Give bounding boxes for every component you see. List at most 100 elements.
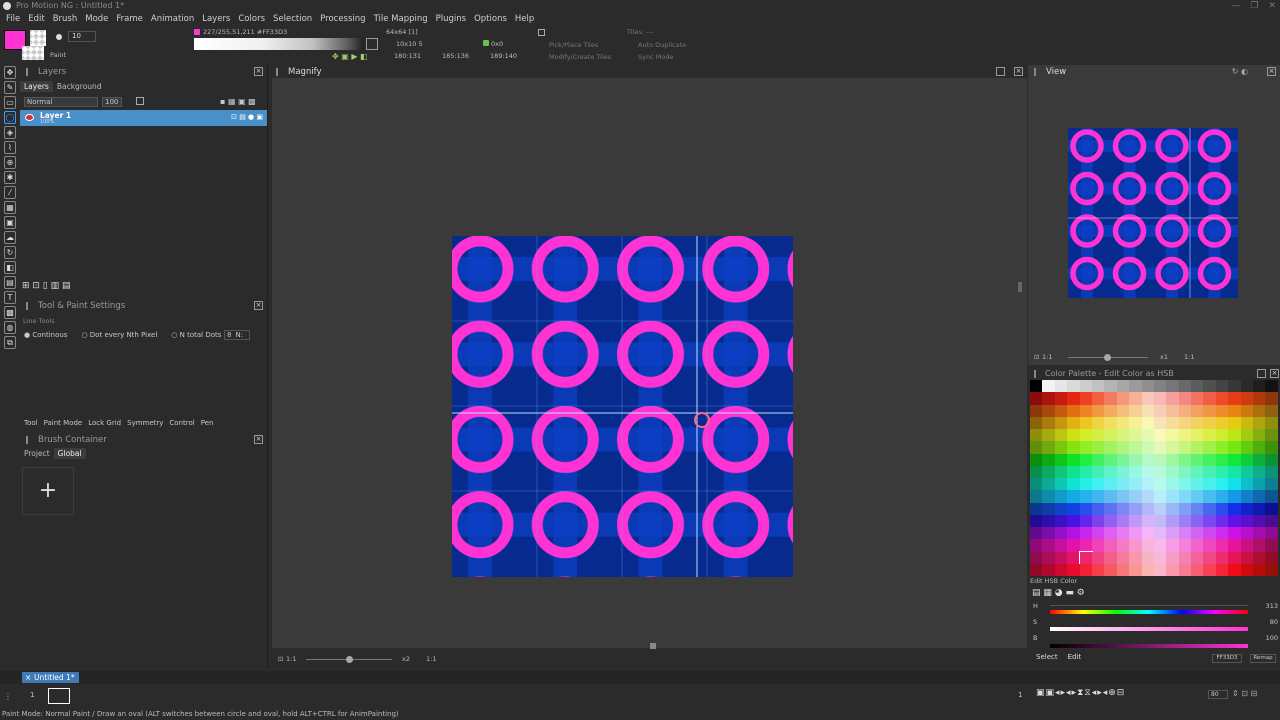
palette-cell[interactable]	[1116, 465, 1130, 478]
view-refresh-icons[interactable]: ↻ ◐	[1232, 67, 1248, 76]
maximize-panel-icon[interactable]	[1257, 369, 1266, 378]
palette-cell[interactable]	[1079, 453, 1092, 466]
tab-paint-mode[interactable]: Paint Mode	[44, 419, 83, 427]
palette-cell[interactable]	[1203, 404, 1216, 417]
palette-cell[interactable]	[1104, 429, 1117, 442]
palette-cell[interactable]	[1030, 404, 1043, 417]
palette-cell[interactable]	[1153, 563, 1167, 576]
palette-cell[interactable]	[1067, 416, 1080, 429]
palette-cell[interactable]	[1116, 539, 1130, 552]
sync-mode-checkbox[interactable]: Sync Mode	[638, 53, 673, 61]
palette-cell[interactable]	[1116, 380, 1130, 393]
rectangle-tool-icon[interactable]: ▭	[4, 96, 16, 109]
palette-cell[interactable]	[1253, 392, 1266, 405]
pick-place-tiles[interactable]: Pick/Place Tiles	[549, 41, 598, 49]
fill-tool-icon[interactable]: ◈	[4, 126, 16, 139]
view-zoom-left[interactable]: 1:1	[1042, 353, 1052, 361]
hue-slider[interactable]	[1050, 610, 1248, 614]
palette-cell[interactable]	[1054, 514, 1068, 527]
layer-lock-icon[interactable]	[136, 97, 144, 105]
palette-cell[interactable]	[1104, 441, 1117, 454]
palette-cell[interactable]	[1079, 465, 1092, 478]
palette-cell[interactable]	[1178, 441, 1192, 454]
palette-cell[interactable]	[1091, 563, 1105, 576]
palette-cell[interactable]	[1265, 404, 1278, 417]
menu-help[interactable]: Help	[511, 14, 538, 24]
palette-cell[interactable]	[1228, 441, 1241, 454]
blend-mode-select[interactable]: Normal	[24, 97, 98, 107]
palette-cell[interactable]	[1153, 453, 1167, 466]
brush-tool-icon[interactable]: ◍	[4, 321, 16, 334]
palette-cell[interactable]	[1253, 429, 1266, 442]
magnify-zoom-knob[interactable]	[346, 656, 353, 663]
palette-cell[interactable]	[1265, 380, 1278, 393]
eyedropper-tool-icon[interactable]: ⁄	[4, 186, 16, 199]
palette-cell[interactable]	[1141, 514, 1154, 527]
palette-cell[interactable]	[1116, 551, 1130, 564]
palette-cell[interactable]	[1178, 490, 1192, 503]
option-n-total-dots[interactable]: ○ N total Dots	[171, 331, 221, 339]
palette-cell[interactable]	[1067, 453, 1080, 466]
palette-cell[interactable]	[1228, 514, 1241, 527]
palette-cell[interactable]	[1191, 392, 1204, 405]
palette-cell[interactable]	[1129, 490, 1142, 503]
palette-cell[interactable]	[1030, 478, 1043, 491]
image-tool-icon[interactable]: ▩	[4, 306, 16, 319]
palette-cell[interactable]	[1030, 453, 1043, 466]
palette-cell[interactable]	[1104, 527, 1117, 540]
palette-cell[interactable]	[1091, 527, 1105, 540]
palette-cell[interactable]	[1042, 404, 1055, 417]
magnify-zoom-left[interactable]: 1:1	[286, 655, 296, 663]
remap-button[interactable]: Remap	[1250, 654, 1276, 663]
palette-cell[interactable]	[1178, 416, 1192, 429]
palette-cell[interactable]	[1104, 380, 1117, 393]
s-value[interactable]: 80	[1270, 618, 1278, 626]
pin-icon[interactable]	[26, 68, 32, 76]
palette-cell[interactable]	[1030, 392, 1043, 405]
palette-cell[interactable]	[1141, 539, 1154, 552]
palette-cell[interactable]	[1079, 539, 1092, 552]
palette-cell[interactable]	[1079, 514, 1092, 527]
n-value-field[interactable]: 8	[224, 330, 250, 340]
palette-cell[interactable]	[1191, 380, 1204, 393]
palette-cell[interactable]	[1042, 429, 1055, 442]
palette-cell[interactable]	[1030, 551, 1043, 564]
text-tool-icon[interactable]: T	[4, 291, 16, 304]
palette-cell[interactable]	[1067, 514, 1080, 527]
palette-cell[interactable]	[1240, 441, 1254, 454]
menu-selection[interactable]: Selection	[269, 14, 316, 24]
palette-cell[interactable]	[1178, 380, 1192, 393]
document-tab[interactable]: × Untitled 1*	[22, 672, 79, 683]
palette-cell[interactable]	[1240, 429, 1254, 442]
tab-global[interactable]: Global	[53, 448, 86, 459]
palette-cell[interactable]	[1079, 563, 1092, 576]
maximize-button[interactable]: ❐	[1250, 0, 1258, 12]
palette-cell[interactable]	[1253, 502, 1266, 515]
palette-cell[interactable]	[1203, 478, 1216, 491]
palette-cell[interactable]	[1228, 490, 1241, 503]
palette-cell[interactable]	[1240, 453, 1254, 466]
view-zoom-knob[interactable]	[1104, 354, 1111, 361]
palette-cell[interactable]	[1228, 416, 1241, 429]
palette-cell[interactable]	[1042, 416, 1055, 429]
background-color-swatch[interactable]	[30, 30, 46, 46]
palette-cell[interactable]	[1265, 490, 1278, 503]
palette-cell[interactable]	[1067, 490, 1080, 503]
palette-cell[interactable]	[1178, 563, 1192, 576]
brush-size-field[interactable]: 10	[68, 31, 96, 42]
transparency-swatch[interactable]	[22, 46, 44, 60]
palette-cell[interactable]	[1042, 563, 1055, 576]
image-canvas[interactable]	[452, 236, 793, 577]
frame-extra-icons[interactable]: ⇕ ⊡ ⊟	[1232, 689, 1257, 698]
frame-thumbnail[interactable]	[48, 688, 70, 704]
palette-cell[interactable]	[1253, 539, 1266, 552]
palette-cell[interactable]	[1067, 551, 1080, 564]
palette-cell[interactable]	[1067, 563, 1080, 576]
menu-layers[interactable]: Layers	[198, 14, 234, 24]
palette-cell[interactable]	[1104, 502, 1117, 515]
h-value[interactable]: 313	[1266, 602, 1278, 610]
palette-cell[interactable]	[1141, 478, 1154, 491]
palette-cell[interactable]	[1265, 392, 1278, 405]
palette-cell[interactable]	[1104, 490, 1117, 503]
palette-cell[interactable]	[1079, 441, 1092, 454]
